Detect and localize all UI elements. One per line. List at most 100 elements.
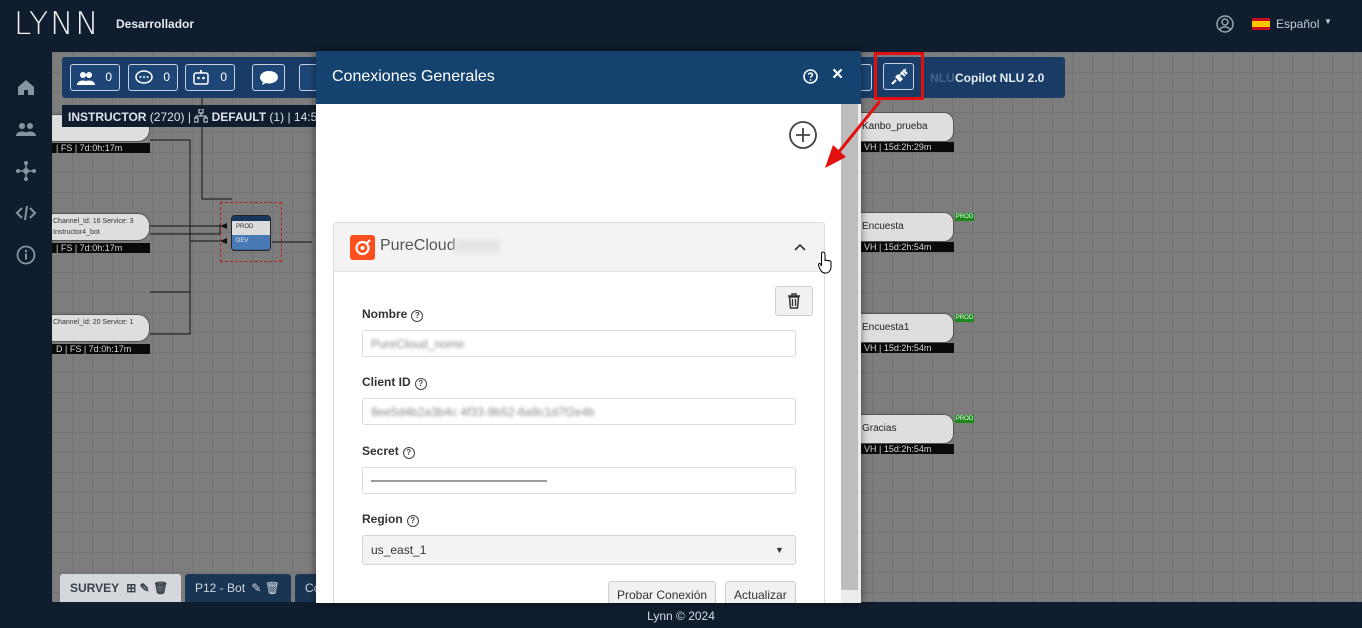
language-selector[interactable]: Español — [1276, 17, 1319, 31]
node-title: Encuesta1 — [862, 322, 910, 333]
node-title: Encuesta — [862, 221, 904, 232]
home-icon[interactable] — [15, 76, 37, 98]
node-status: D | FS | 7d:0h:17m — [52, 344, 150, 354]
prod-badge: PROD — [955, 415, 974, 423]
modal-body: PureCloud Nombre? PureCloud_nome Client … — [316, 104, 861, 603]
close-icon[interactable]: × — [832, 65, 843, 85]
prod-badge: PROD — [955, 314, 974, 322]
flow-node[interactable]: Channel_Id: 20 Service: 1 — [52, 314, 150, 342]
hand-cursor-icon — [818, 251, 832, 274]
connection-card: PureCloud Nombre? PureCloud_nome Client … — [333, 222, 832, 603]
connection-card-header[interactable]: PureCloud — [334, 223, 832, 274]
flow-node[interactable]: Kanbo_prueba — [852, 112, 954, 142]
tab-p12-bot[interactable]: P12 - Bot ✎ 🗑 — [185, 574, 291, 602]
trash-icon — [788, 293, 800, 309]
nombre-input[interactable]: PureCloud_nome — [362, 330, 796, 357]
clock-time: 14:5 — [293, 110, 318, 124]
conversations-count-button[interactable]: 0 — [128, 64, 178, 91]
node-status: VH | 15d:2h:29m — [860, 142, 954, 152]
flow-node[interactable]: Encuesta1 — [852, 313, 954, 343]
tab-survey[interactable]: SURVEY ⊞ ✎ 🗑 — [60, 574, 181, 602]
scrollbar-thumb[interactable] — [841, 104, 858, 590]
trash-icon[interactable]: 🗑 — [153, 581, 168, 595]
users-icon[interactable] — [15, 118, 37, 140]
secret-input[interactable] — [362, 467, 796, 494]
canvas-info-strip: INSTRUCTOR (2720) | DEFAULT (1) | 14:5 — [62, 105, 322, 127]
hierarchy-icon[interactable]: ⊞ — [126, 581, 136, 595]
connection-name: PureCloud — [380, 237, 456, 254]
modal-title: Conexiones Generales — [332, 68, 495, 85]
app-logo[interactable]: LYNN — [14, 6, 100, 42]
node-subtitle: Instructor4_bot — [53, 229, 100, 236]
chat-bubble-icon — [260, 71, 278, 85]
region-select[interactable]: us_east_1 ▼ — [362, 535, 796, 565]
test-connection-button[interactable]: Probar Conexión — [608, 581, 717, 603]
robot-icon — [193, 70, 209, 85]
client-id-label: Client ID? — [362, 375, 427, 390]
default-count: (1) — [269, 110, 285, 124]
delete-connection-button[interactable] — [775, 286, 813, 316]
client-id-value: 8ee5d4b2a3b4c 4f33-9b52-6a9c1d7f2e4b — [371, 405, 595, 419]
add-connection-button[interactable] — [788, 120, 818, 150]
node-title: Gracias — [862, 423, 897, 434]
left-sidebar — [0, 52, 52, 602]
trash-icon[interactable]: 🗑 — [265, 581, 280, 595]
spain-flag-icon[interactable] — [1252, 18, 1270, 30]
purecloud-logo-icon — [350, 235, 375, 260]
help-icon[interactable]: ? — [411, 310, 424, 322]
connections-button[interactable] — [883, 63, 914, 90]
help-icon[interactable]: ? — [406, 515, 419, 527]
chat-dots-icon — [135, 70, 153, 84]
edit-icon[interactable]: ✎ — [251, 581, 261, 595]
users-icon — [77, 72, 95, 85]
connections-modal: Conexiones Generales × PureCloud Nombre … — [316, 51, 861, 603]
prod-badge: PROD — [955, 213, 974, 221]
flow-node[interactable]: Gracias — [852, 414, 954, 444]
help-icon[interactable]: ? — [414, 378, 427, 390]
tab-label: SURVEY — [70, 581, 119, 595]
chat-button[interactable] — [252, 64, 285, 91]
update-button[interactable]: Actualizar — [725, 581, 796, 603]
plug-icon — [891, 68, 908, 85]
nlu-label: NLU — [930, 71, 955, 85]
secret-label: Secret? — [362, 444, 415, 459]
node-status: VH | 15d:2h:54m — [860, 343, 954, 353]
conversations-count: 0 — [163, 70, 170, 84]
route-node-selection[interactable]: PROD DEV — [220, 202, 282, 262]
help-icon[interactable]: ? — [402, 447, 415, 459]
hierarchy-icon — [193, 108, 209, 123]
help-icon[interactable] — [803, 69, 818, 84]
region-label: Region? — [362, 512, 419, 527]
bots-count-button[interactable]: 0 — [185, 64, 235, 91]
user-account-icon[interactable] — [1216, 15, 1234, 33]
region-value: us_east_1 — [371, 543, 427, 557]
secret-masked-value — [371, 480, 547, 482]
redacted-text — [454, 240, 500, 253]
copilot-nlu-label[interactable]: Copilot NLU 2.0 — [955, 71, 1044, 85]
modal-header: Conexiones Generales × — [316, 51, 861, 104]
info-icon[interactable] — [15, 244, 37, 266]
flows-icon[interactable] — [15, 160, 37, 182]
user-role: Desarrollador — [116, 17, 195, 31]
default-label: DEFAULT — [211, 110, 267, 124]
node-title: Channel_Id: 20 Service: 1 — [53, 319, 134, 326]
instructor-count: (2720) — [149, 110, 185, 124]
node-status: | FS | 7d:0h:17m — [52, 143, 150, 153]
client-id-input[interactable]: 8ee5d4b2a3b4c 4f33-9b52-6a9c1d7f2e4b — [362, 398, 796, 425]
route-dev: DEV — [232, 235, 270, 249]
users-count-button[interactable]: 0 — [70, 64, 120, 91]
code-icon[interactable] — [15, 202, 37, 224]
caret-down-icon[interactable]: ▼ — [1324, 17, 1332, 26]
footer: Lynn © 2024 — [0, 602, 1362, 628]
nombre-value: PureCloud_nome — [371, 337, 465, 351]
node-title: Channel_Id: 16 Service: 3 — [53, 218, 134, 225]
node-status: VH | 15d:2h:54m — [860, 242, 954, 252]
flow-node[interactable]: Encuesta — [852, 212, 954, 242]
instructor-label: INSTRUCTOR — [68, 110, 147, 124]
chevron-up-icon[interactable] — [794, 243, 806, 251]
bots-count: 0 — [220, 70, 227, 84]
edit-icon[interactable]: ✎ — [140, 581, 150, 595]
node-status: | FS | 7d:0h:17m — [52, 243, 150, 253]
route-prod: PROD — [232, 221, 270, 235]
flow-node[interactable]: Channel_Id: 16 Service: 3 Instructor4_bo… — [52, 213, 150, 241]
